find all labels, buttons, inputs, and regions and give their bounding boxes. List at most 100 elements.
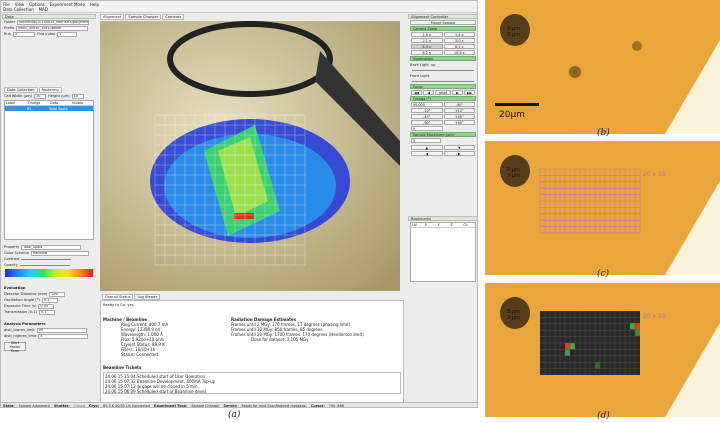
omega-plus-10-button[interactable]: +10° [443, 108, 475, 113]
back-light-slider[interactable] [412, 70, 474, 71]
back-light-label: Back Light [410, 63, 429, 67]
height-label: Height (µm) [48, 94, 70, 98]
property-select[interactable]: Total_Spots [21, 244, 82, 250]
dist-low-field[interactable]: 50 [36, 327, 87, 333]
tab-alignment[interactable]: Alignment [100, 14, 125, 20]
bookmarks-title: Bookmarks [408, 216, 477, 221]
move-up-button[interactable]: ▲ [411, 145, 443, 150]
mode-mad[interactable]: MAD [39, 7, 48, 12]
bm-col-ch: Ch [463, 223, 468, 227]
zoom-6-2x-button[interactable]: 6.2 x [443, 44, 475, 49]
mode-data-collection[interactable]: Data Collection [3, 7, 34, 12]
opacity-slider[interactable] [19, 264, 70, 266]
cursor-value: 790, 886 [328, 403, 344, 408]
menu-experiment-mode[interactable]: Experiment Mode [50, 2, 85, 7]
zoom-4-3x-button[interactable]: 4.3 x [411, 44, 443, 49]
focus-fast-forward-button[interactable]: ▶▶ [463, 90, 476, 95]
log-row: 24.06.15 06:39 Scheduled start of Beamli… [105, 389, 208, 394]
cryo-label: Cryo: [89, 403, 100, 408]
col-label: Label [6, 101, 16, 105]
menu-view[interactable]: View [15, 2, 25, 7]
server-label: Server: [223, 403, 238, 408]
exposure-field[interactable]: 0.04 [38, 303, 55, 309]
camera-view[interactable] [100, 21, 400, 291]
zoom-1x-button[interactable]: 1.0 x [411, 32, 443, 37]
up-checkbox[interactable]: up [431, 63, 436, 67]
move-left-button[interactable]: ◀ [411, 151, 443, 156]
shutter-value: Closed [73, 403, 86, 408]
tab-rastering[interactable]: Rastering [38, 87, 62, 93]
cryo-value: 89.9 K 30/30 L/s Connected [103, 403, 151, 408]
dist-high-field[interactable]: 4 [38, 333, 89, 339]
focus-back-button[interactable]: ◀ [423, 90, 435, 95]
alignment-controller-title: Alignment Controller [408, 14, 477, 19]
omega-header: Omega (°) [410, 96, 476, 101]
zoom-2-1x-button[interactable]: 2.1 x [411, 38, 443, 43]
find-index-field[interactable]: 1 [57, 31, 78, 37]
move-right-button[interactable]: ▶ [443, 151, 475, 156]
overall-status-area: Ready to Go: yes Machine / Beamline Ring… [100, 300, 404, 404]
prefix-label: Prefix [4, 26, 15, 30]
zoom-3x-button[interactable]: 3.0 x [443, 38, 475, 43]
omega-minus-10-button[interactable]: -10° [411, 108, 443, 113]
omega-step-field[interactable]: 5 [411, 126, 443, 131]
tab-sample-changer[interactable]: Sample Changer [125, 14, 162, 20]
evaluation-title: Evaluation [4, 286, 26, 290]
run-field[interactable]: 3 [12, 31, 35, 37]
zoom-10-9x-button[interactable]: 10.9 x [443, 50, 475, 55]
zoom-8-2x-button[interactable]: 8.2 x [411, 50, 443, 55]
table-row[interactable]: 91 Total Spots [5, 106, 93, 111]
server-value: Ready for next ScanRequest message. [241, 403, 307, 408]
focus-reset-button[interactable]: reset [435, 90, 451, 95]
focus-header: Focus [410, 84, 476, 89]
sample-movement-header: Sample Movement (µm) [410, 132, 476, 137]
property-label: Property [4, 245, 20, 249]
mount-sample-button[interactable]: Mount Sample [410, 20, 476, 25]
contrast-slider[interactable] [21, 258, 72, 260]
start-raster-button[interactable]: Start Raster Scan [4, 341, 26, 353]
oscillation-field[interactable]: 0.1 [41, 297, 58, 303]
folder-label: Folder [4, 20, 16, 24]
focus-fast-back-button[interactable]: ◀◀ [411, 90, 423, 95]
move-down-button[interactable]: ▼ [443, 145, 475, 150]
mode-bar: Data Collection MAD [1, 7, 477, 13]
figure-label-c: (c) [597, 269, 610, 279]
transmission-label: Transmission (0-1) [4, 310, 38, 314]
omega-minus-90b-button[interactable]: -90° [411, 120, 443, 125]
scale-b-bot: 3 µm [507, 32, 520, 38]
movement-step-field[interactable]: 5 [411, 138, 441, 143]
cursor-label: Cursor: [310, 403, 325, 408]
omega-plus-45-button[interactable]: +45° [443, 114, 475, 119]
scale-c-bot: 3 µm [507, 173, 520, 179]
detector-field[interactable]: 200 [49, 291, 66, 297]
opacity-label: Opacity [4, 263, 18, 267]
grid-label-d: 20 x 10 [643, 313, 666, 320]
zoom-1-4x-button[interactable]: 1.4 x [443, 32, 475, 37]
oscillation-label: Oscillation Angle (°) [4, 298, 40, 302]
front-light-label: Front Light [410, 74, 430, 78]
tab-data-collection[interactable]: Data Collection [4, 87, 38, 93]
rainbow-colorbar [5, 269, 93, 277]
scheme-select[interactable]: Rainbow [30, 250, 89, 256]
omega-minus-45-button[interactable]: -45° [411, 114, 443, 119]
menu-options[interactable]: Options [29, 2, 44, 7]
focus-forward-button[interactable]: ▶ [451, 90, 463, 95]
cell-width-field[interactable]: 10 [34, 93, 47, 99]
figure-label-d: (d) [597, 411, 610, 421]
prefix-field[interactable]: lyso1_30x30_10x10beam [16, 25, 89, 31]
omega-minus-90-button[interactable]: -90° [443, 102, 475, 107]
raster-table: Label Omega Data Visible 91 Total Spots [4, 100, 94, 240]
transmission-field[interactable]: 0.1 [39, 309, 56, 315]
ready-text: Ready to Go: yes [103, 303, 134, 307]
front-light-slider[interactable] [412, 81, 474, 82]
col-omega: Omega [28, 101, 41, 105]
menu-help[interactable]: Help [90, 2, 99, 7]
folder-field[interactable]: /beamline/20150624_MorrisMX/polymerase1 [17, 19, 90, 25]
height-field[interactable]: 10 [71, 93, 84, 99]
exp-value: Sample Changer [191, 403, 220, 408]
tab-cameras[interactable]: Cameras [162, 14, 185, 20]
analysis-title: Analysis Parameters [4, 322, 46, 326]
menu-file[interactable]: File [3, 2, 10, 7]
omega-value-field[interactable]: 90.000 [411, 102, 443, 107]
omega-plus-90-button[interactable]: +90° [443, 120, 475, 125]
